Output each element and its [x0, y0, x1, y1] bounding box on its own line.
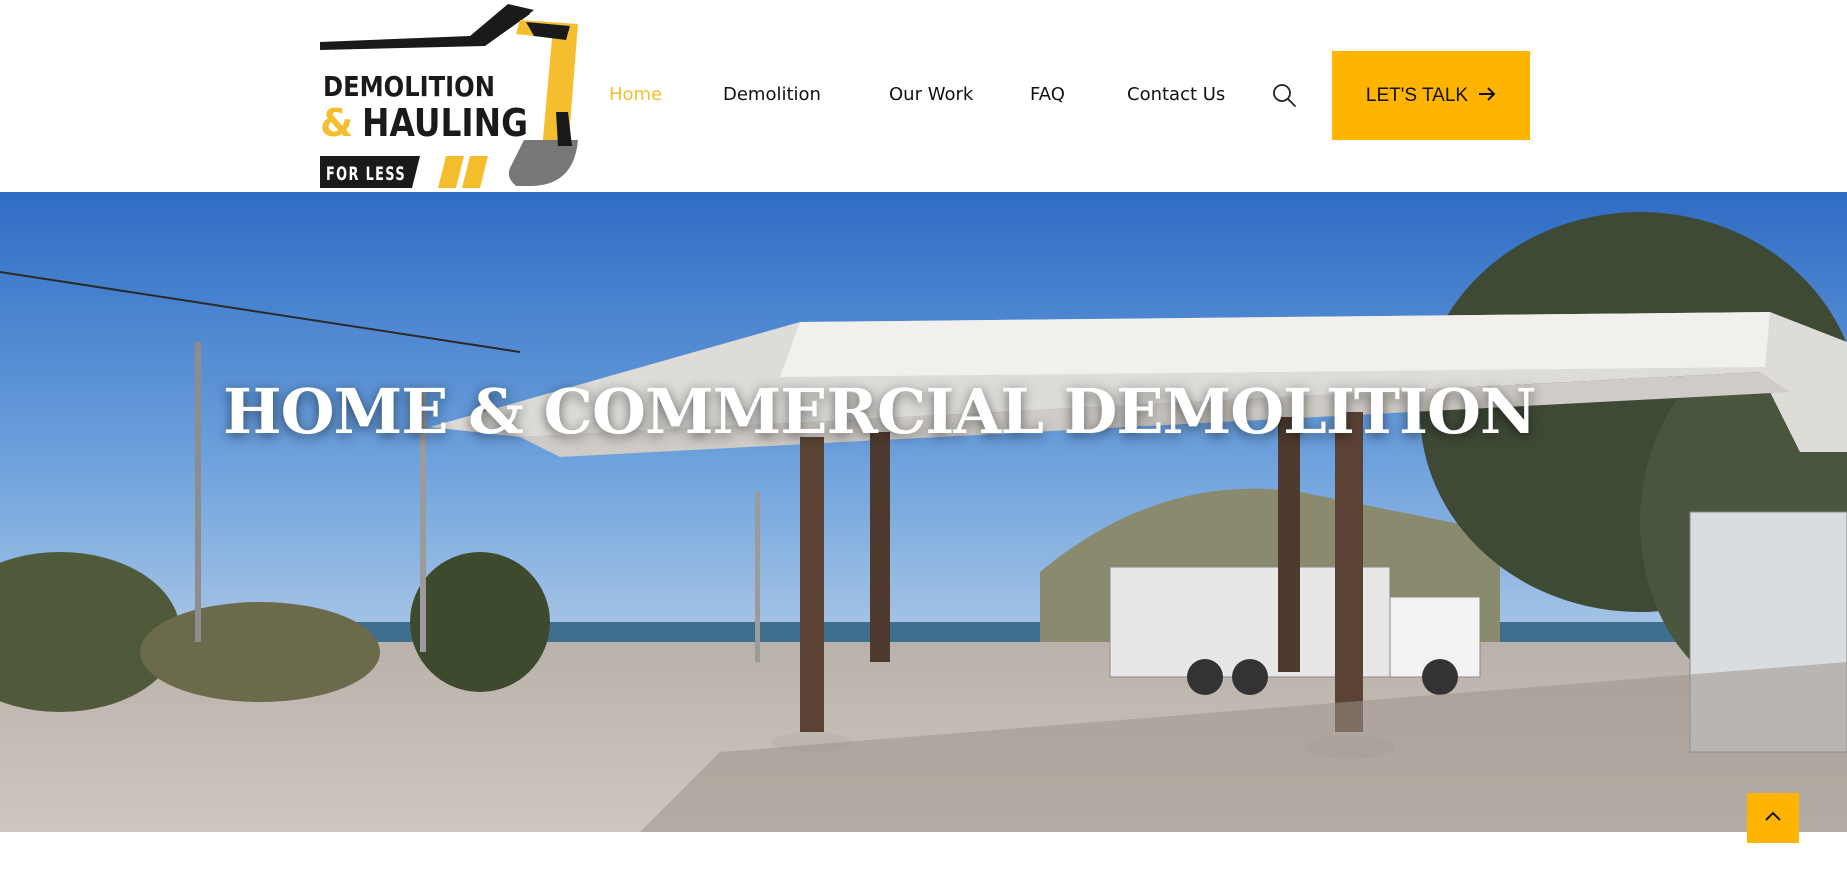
lets-talk-button[interactable]: LET'S TALK [1332, 51, 1530, 140]
chevron-up-icon [1764, 809, 1782, 827]
site-header: DEMOLITION & HAULING FOR LESS Home Demol… [0, 0, 1847, 192]
brand-logo[interactable]: DEMOLITION & HAULING FOR LESS [320, 0, 582, 190]
nav-our-work[interactable]: Our Work [889, 84, 973, 105]
hero-background-image [0, 192, 1847, 832]
logo-line1: DEMOLITION [323, 70, 495, 103]
logo-line2: HAULING [362, 101, 528, 145]
logo-line3: FOR LESS [326, 163, 406, 185]
nav-contact-us[interactable]: Contact Us [1127, 84, 1225, 105]
logo-ampersand: & [320, 101, 353, 145]
lets-talk-label: LET'S TALK [1365, 84, 1469, 106]
scroll-to-top-button[interactable] [1747, 793, 1799, 843]
hero-title: HOME & COMMERCIAL DEMOLITION [223, 375, 1537, 448]
arrow-right-icon [1478, 86, 1496, 106]
nav-faq[interactable]: FAQ [1030, 84, 1065, 105]
search-icon[interactable] [1271, 82, 1297, 108]
nav-home[interactable]: Home [609, 84, 662, 105]
hero-banner: HOME & COMMERCIAL DEMOLITION [0, 192, 1847, 832]
nav-demolition[interactable]: Demolition [723, 84, 821, 105]
excavator-arm-icon: DEMOLITION & HAULING FOR LESS [320, 4, 578, 188]
